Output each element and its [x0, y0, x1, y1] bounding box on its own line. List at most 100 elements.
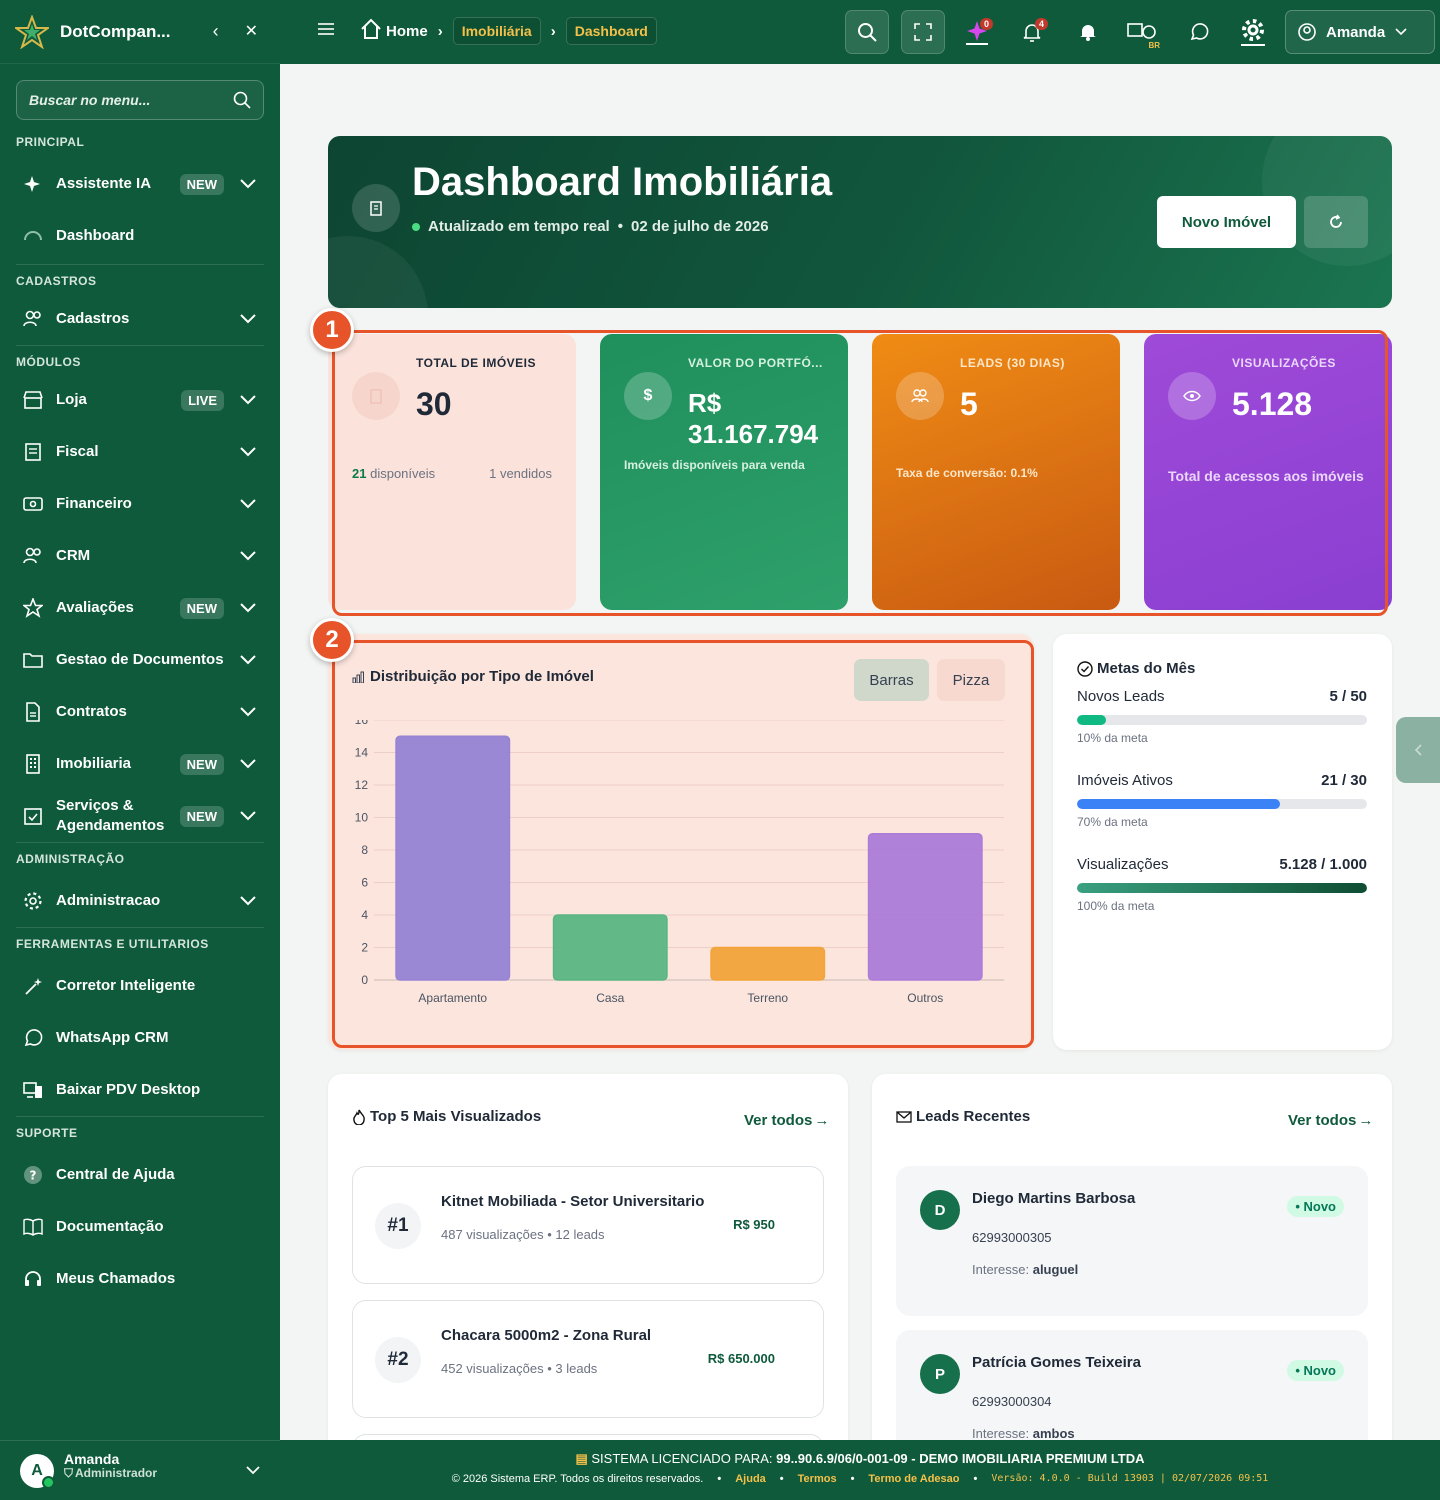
alerts-button[interactable]	[1066, 10, 1110, 54]
whatsapp-button[interactable]	[1177, 10, 1221, 54]
view-all-leads-link[interactable]: Ver todos →	[1288, 1112, 1373, 1129]
users-icon	[22, 545, 44, 567]
sidebar-item-servicos[interactable]: Serviços & Agendamentos NEW	[0, 790, 280, 842]
sidebar-item-dashboard[interactable]: Dashboard	[0, 210, 280, 262]
goal-label: Novos Leads	[1077, 688, 1165, 705]
svg-text:?: ?	[30, 1169, 37, 1183]
fullscreen-button[interactable]	[901, 10, 945, 54]
user-menu-button[interactable]: Amanda	[1285, 10, 1435, 54]
footer-link-ajuda[interactable]: Ajuda	[735, 1473, 766, 1485]
chevron-down-icon	[238, 811, 258, 821]
property-stats: 487 visualizações • 12 leads	[441, 1227, 605, 1242]
cash-icon	[22, 493, 44, 515]
sidebar-item-imobiliaria[interactable]: Imobiliaria NEW	[0, 738, 280, 790]
refresh-button[interactable]	[1304, 196, 1368, 248]
list-item[interactable]: #2 Chacara 5000m2 - Zona Rural 452 visua…	[352, 1300, 824, 1418]
menu-icon[interactable]	[318, 22, 334, 41]
receipt-icon	[22, 441, 44, 463]
property-name: Chacara 5000m2 - Zona Rural	[441, 1327, 652, 1344]
copyright: © 2026 Sistema ERP. Todos os direitos re…	[451, 1473, 704, 1485]
notifications-button[interactable]: 4	[1010, 10, 1054, 54]
goal-percent: 10% da meta	[1077, 731, 1148, 745]
building-icon	[22, 753, 44, 775]
headset-icon	[22, 1268, 44, 1290]
lead-interest: ambos	[1032, 1426, 1075, 1440]
sidebar-item-ajuda[interactable]: ? Central de Ajuda	[0, 1149, 280, 1201]
sidebar-item-label: Gestao de Documentos	[56, 651, 224, 668]
new-property-button[interactable]: Novo Imóvel	[1157, 196, 1296, 248]
lead-item[interactable]: D Diego Martins Barbosa 62993000305 Inte…	[896, 1166, 1368, 1316]
sidebar-item-label: Central de Ajuda	[56, 1166, 175, 1183]
notification-count-badge: 4	[1034, 18, 1048, 30]
chevron-down-icon	[238, 655, 258, 665]
list-item[interactable]: #1 Kitnet Mobiliada - Setor Universitari…	[352, 1166, 824, 1284]
lead-item[interactable]: P Patrícia Gomes Teixeira 62993000304 In…	[896, 1330, 1368, 1440]
interest-label: Interesse:	[972, 1426, 1030, 1440]
avatar: A	[20, 1453, 55, 1489]
chevron-down-icon	[238, 707, 258, 717]
sidebar-item-assistente-ia[interactable]: Assistente IA NEW	[0, 158, 280, 210]
sidebar-item-label: Baixar PDV Desktop	[56, 1081, 201, 1098]
sidebar-item-cadastros[interactable]: Cadastros	[0, 293, 280, 345]
lead-name: Diego Martins Barbosa	[972, 1190, 1136, 1207]
breadcrumb-imobiliaria[interactable]: Imobiliária	[452, 17, 541, 45]
sidebar-item-pdv[interactable]: Baixar PDV Desktop	[0, 1064, 280, 1116]
sidebar-item-label: Administracao	[56, 892, 161, 909]
magic-wand-icon	[22, 975, 44, 997]
user-profile[interactable]: A Amanda ⛉ Administrador	[0, 1440, 280, 1500]
side-panel-toggle[interactable]	[1396, 717, 1440, 783]
breadcrumb-home[interactable]: Home	[386, 23, 428, 40]
breadcrumb-dashboard: Dashboard	[565, 17, 657, 45]
shield-icon: ⛉	[64, 1465, 74, 1480]
lead-phone: 62993000305	[972, 1230, 1052, 1245]
menu-search-input[interactable]: Buscar no menu...	[16, 80, 264, 120]
footer-link-termo-adesao[interactable]: Termo de Adesao	[868, 1473, 959, 1485]
goal-item: Novos Leads 5 / 50 10% da meta	[1077, 688, 1367, 745]
search-button[interactable]	[845, 10, 889, 54]
new-badge: NEW	[179, 173, 224, 195]
ai-sparkle-button[interactable]: 0	[955, 10, 999, 54]
goal-progress-track	[1077, 799, 1367, 809]
sidebar-item-crm[interactable]: CRM	[0, 530, 280, 582]
sidebar-item-fiscal[interactable]: Fiscal	[0, 426, 280, 478]
expand-icon	[914, 23, 932, 41]
goal-percent: 100% da meta	[1077, 899, 1155, 913]
sidebar-item-contratos[interactable]: Contratos	[0, 686, 280, 738]
separator: •	[617, 218, 623, 235]
sidebar-item-administracao[interactable]: Administracao	[0, 875, 280, 927]
chevron-down-icon	[1395, 28, 1407, 36]
sidebar-item-financeiro[interactable]: Financeiro	[0, 478, 280, 530]
leads-title: Leads Recentes	[916, 1108, 1031, 1125]
sidebar-item-label: Cadastros	[56, 310, 130, 327]
ai-count-badge: 0	[979, 18, 993, 30]
sidebar-item-corretor[interactable]: Corretor Inteligente	[0, 960, 280, 1012]
license-icon: ▤	[575, 1451, 588, 1466]
goal-progress-track	[1077, 715, 1367, 725]
sidebar-item-loja[interactable]: Loja LIVE	[0, 374, 280, 426]
collapse-sidebar-icon[interactable]: ‹	[213, 21, 219, 42]
breadcrumb: Home › Imobiliária › Dashboard	[360, 17, 657, 45]
goal-value: 5 / 50	[1329, 688, 1367, 705]
sidebar-item-chamados[interactable]: Meus Chamados	[0, 1253, 280, 1305]
sidebar-item-gestao-documentos[interactable]: Gestao de Documentos	[0, 634, 280, 686]
topbar: Home › Imobiliária › Dashboard 0 4 BR Am…	[280, 0, 1440, 64]
sidebar-item-label: Financeiro	[56, 495, 132, 512]
close-sidebar-icon[interactable]: ✕	[245, 21, 258, 42]
language-button[interactable]: BR	[1120, 10, 1164, 54]
sidebar-item-label: Imobiliaria	[56, 755, 132, 772]
version-info: Versão: 4.0.0 - Build 13903 | 02/07/2026…	[991, 1473, 1269, 1484]
logo-star-icon	[14, 14, 50, 50]
footer-link-termos[interactable]: Termos	[798, 1473, 837, 1485]
license-value: 99..90.6.9/06/0-001-09 - DEMO IMOBILIARI…	[776, 1451, 1145, 1466]
users-icon	[22, 308, 44, 330]
home-icon[interactable]	[360, 18, 382, 44]
monthly-goals-card: Metas do Mês Novos Leads 5 / 50 10% da me…	[1053, 634, 1392, 1050]
sidebar-item-label: Corretor Inteligente	[56, 977, 196, 994]
sidebar-item-documentacao[interactable]: Documentação	[0, 1201, 280, 1253]
chevron-down-icon[interactable]	[246, 1462, 260, 1480]
settings-button[interactable]	[1231, 10, 1275, 54]
sidebar-item-whatsapp[interactable]: WhatsApp CRM	[0, 1012, 280, 1064]
arrow-right-icon: →	[814, 1112, 830, 1129]
sidebar-item-avaliacoes[interactable]: Avaliações NEW	[0, 582, 280, 634]
view-all-top5-link[interactable]: Ver todos →	[744, 1112, 829, 1129]
